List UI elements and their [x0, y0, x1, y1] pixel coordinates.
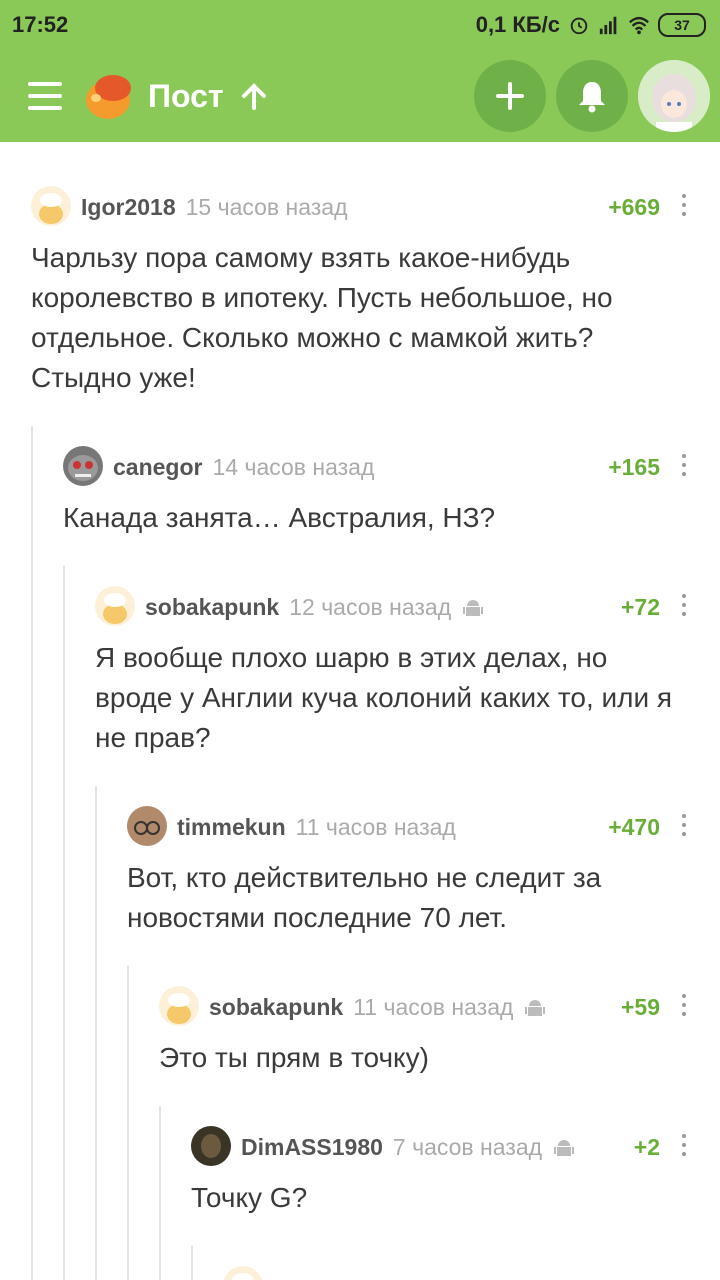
- comment-time: 7 часов назад: [392, 1134, 543, 1160]
- page-title: Пост: [148, 78, 224, 114]
- comment-rating: +59: [620, 994, 660, 1020]
- status-time: 17:52: [12, 12, 69, 37]
- thread-line: [127, 966, 129, 1280]
- more-icon[interactable]: [678, 454, 690, 478]
- app-bar: Пост: [0, 50, 720, 142]
- plus-icon: [496, 82, 524, 110]
- comment: canegor 14 часов назад +165 Канада занята…: [63, 446, 690, 538]
- comment-author[interactable]: sobakapunk 12 часов назад: [145, 594, 485, 621]
- comment-rating: +165: [608, 454, 660, 480]
- more-icon[interactable]: [678, 994, 690, 1018]
- more-icon[interactable]: [678, 1134, 690, 1158]
- comment-author[interactable]: sobakapunk 11 часов назад: [209, 994, 547, 1021]
- notifications-button[interactable]: [556, 60, 628, 132]
- alarm-icon: [570, 17, 588, 35]
- more-icon[interactable]: [678, 594, 690, 618]
- comment-time: 14 часов назад: [212, 454, 375, 480]
- comments-list: Igor2018 15 часов назад +669 Чарльзу пора…: [0, 142, 720, 1280]
- user-avatar[interactable]: [638, 60, 710, 132]
- thread-line: [63, 566, 65, 1280]
- android-icon: [554, 1139, 575, 1156]
- android-icon: [463, 599, 484, 616]
- avatar[interactable]: [159, 986, 199, 1026]
- android-icon: [525, 999, 546, 1016]
- arrow-up-icon[interactable]: [240, 82, 268, 112]
- thread-line: [191, 1246, 193, 1280]
- comment-author[interactable]: canegor 14 часов назад: [113, 454, 374, 481]
- comment-rating: +72: [620, 594, 660, 620]
- avatar[interactable]: [191, 1126, 231, 1166]
- comment-time: 11 часов назад: [295, 814, 456, 840]
- thread-line: [95, 786, 97, 1280]
- network-speed: 0,1 КБ/с: [475, 12, 560, 37]
- comment-text: Вот, кто действительно не следит за ново…: [127, 862, 602, 933]
- thread-line: [159, 1106, 161, 1280]
- avatar[interactable]: [31, 186, 71, 226]
- avatar[interactable]: [127, 806, 167, 846]
- comment: DimASS1980 7 часов назад +2 Точку G?: [191, 1126, 690, 1218]
- comment-rating: +669: [608, 194, 660, 220]
- comment-text: Чарльзу пора самому взять какое-нибудь к…: [31, 242, 613, 393]
- comment: Igor2018 15 часов назад +669 Чарльзу пора…: [31, 186, 690, 398]
- more-icon[interactable]: [678, 814, 690, 838]
- comment-time: 15 часов назад: [185, 194, 348, 220]
- comment-text: Канада занята… Австралия, НЗ?: [63, 502, 496, 533]
- comment-text: Точку G?: [191, 1182, 308, 1213]
- status-bar: 17:52 0,1 КБ/с 37: [0, 0, 720, 50]
- comment-text: Это ты прям в точку): [159, 1042, 429, 1073]
- avatar[interactable]: [95, 586, 135, 626]
- comment-time: 12 часов назад: [289, 594, 452, 620]
- comment: sobakapunk 11 часов назад +59 Это ты прям…: [159, 986, 690, 1078]
- add-post-button[interactable]: [474, 60, 546, 132]
- comment-text: Я вообще плохо шарю в этих делах, но вро…: [95, 642, 673, 753]
- comment-rating: +470: [608, 814, 660, 840]
- avatar[interactable]: [223, 1266, 263, 1280]
- comment-time: 11 часов назад: [353, 994, 514, 1020]
- more-icon[interactable]: [678, 194, 690, 218]
- comment-author[interactable]: DimASS1980 7 часов назад: [241, 1134, 576, 1161]
- comment-rating: +2: [633, 1134, 660, 1160]
- comment-author[interactable]: Igor2018 15 часов назад: [81, 194, 348, 221]
- comment: timmekun 11 часов назад +470 Вот, кто дей…: [127, 806, 690, 938]
- status-right: 0,1 КБ/с 37: [476, 12, 706, 38]
- battery-icon: 37: [658, 13, 706, 37]
- menu-icon[interactable]: [28, 82, 62, 110]
- thread-line: [31, 426, 33, 1280]
- signal-icon: [599, 16, 617, 35]
- avatar[interactable]: [63, 446, 103, 486]
- comment: sobakapunk 12 часов назад +72 Я вообще пл…: [95, 586, 690, 758]
- pikabu-logo-icon[interactable]: [80, 68, 136, 122]
- comment-author[interactable]: timmekun 11 часов назад: [177, 814, 456, 841]
- wifi-icon: [629, 16, 649, 35]
- bell-icon: [579, 82, 605, 113]
